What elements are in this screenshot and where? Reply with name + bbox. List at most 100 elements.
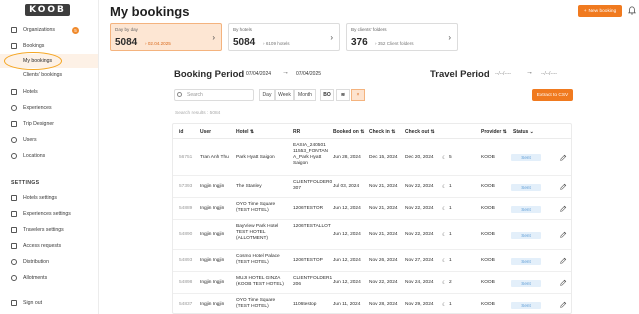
sidebar-item-label: My bookings (23, 58, 53, 64)
sidebar-item-label: Organizations (23, 27, 56, 33)
stack-filter-button[interactable]: ≋ (336, 89, 350, 101)
cell-nights: 5 (449, 154, 452, 160)
sidebar-item-label: Experiences settings (23, 211, 71, 217)
column-header-id[interactable]: id (179, 129, 183, 135)
segment-day[interactable]: Day (259, 89, 275, 101)
sidebar-item-organizations[interactable]: Organizations 5 (0, 23, 98, 37)
sidebar-item-experiences[interactable]: Experiences (0, 101, 98, 115)
card-value: 5084 (115, 37, 138, 48)
card-by-clients-folders[interactable]: By clients' folders 376 › 352 Client fol… (346, 23, 458, 51)
table-row[interactable]: 54837 Ingjin Ingjin OYO Time Square (TEST … (173, 294, 571, 313)
sidebar-item-label: Trip Designer (23, 121, 54, 127)
table-header: id User Hotel ⇅ RR Booked on ⇅ Check in … (173, 124, 571, 139)
sidebar-item-label: Allotments (23, 275, 48, 281)
bo-filter-button[interactable]: BO (320, 89, 334, 101)
extract-csv-button[interactable]: Extract to CSV (532, 89, 573, 101)
table-row[interactable]: 54889 Ingjin Ingjin OYO Time Square (TEST … (173, 198, 571, 220)
booking-period-from-date[interactable]: 07/04/2024 (246, 68, 271, 80)
cell-provider: KOOB (481, 154, 495, 160)
cell-rr: CLIENTFOLDER1 206 (293, 276, 333, 287)
sidebar-item-access-requests[interactable]: Access requests (0, 239, 98, 253)
card-day-by-day[interactable]: Day by day 5084 › 02.04.2025 › (110, 23, 222, 51)
sidebar-item-experiences-settings[interactable]: Experiences settings (0, 207, 98, 221)
sidebar-item-locations[interactable]: Locations (0, 149, 98, 163)
cell-hotel: The Stanley (236, 184, 262, 189)
sidebar-item-sign-out[interactable]: Sign out (0, 296, 98, 310)
sidebar-item-travelers-settings[interactable]: Travelers settings (0, 223, 98, 237)
user-icon (11, 137, 17, 143)
segment-month[interactable]: Month (294, 89, 316, 101)
sidebar-item-hotels-settings[interactable]: Hotels settings (0, 191, 98, 205)
table-row[interactable]: 56751 Tran Anh Thu Park Hyatt Saigon EASIA_… (173, 139, 571, 176)
cell-provider: KOOB (481, 258, 495, 263)
column-header-hotel[interactable]: Hotel ⇅ (236, 129, 254, 135)
new-booking-button[interactable]: + New booking (578, 5, 622, 17)
column-header-booked-on[interactable]: Booked on ⇅ (333, 129, 364, 135)
card-title: By clients' folders (351, 27, 387, 32)
edit-icon[interactable] (559, 205, 567, 213)
table-row[interactable]: 54893 Ingjin Ingjin Cosmo Hotel Palace (TE… (173, 250, 571, 272)
card-title: By hotels (233, 27, 252, 32)
chevron-right-icon: › (330, 33, 333, 42)
koob-logo[interactable]: KOOB (25, 4, 70, 16)
edit-icon[interactable] (559, 231, 567, 239)
cell-provider: KOOB (481, 206, 495, 211)
cell-check-in: Nov 26, 2024 (369, 258, 398, 263)
clear-filter-button[interactable]: × (351, 89, 365, 101)
table-row[interactable]: 57393 Ingjin Ingjin The Stanley CLIENTFOLDE… (173, 176, 571, 198)
search-results-count: Search results : 5084 (175, 111, 221, 116)
column-header-label: Check out (405, 129, 430, 135)
sidebar-item-hotels[interactable]: Hotels (0, 85, 98, 99)
table-row[interactable]: 54890 Ingjin Ingjin BayView Park Hotel TES… (173, 220, 571, 250)
sidebar-item-trip-designer[interactable]: Trip Designer (0, 117, 98, 131)
sidebar-item-my-bookings[interactable]: My bookings (0, 54, 98, 68)
hotel-settings-icon (11, 195, 17, 201)
sidebar-item-distribution[interactable]: Distribution (0, 255, 98, 269)
sign-out-icon (11, 300, 17, 306)
cell-id: 57393 (179, 184, 193, 189)
card-subtitle-text: 02.04.2025 (147, 40, 171, 46)
search-input[interactable]: Search (174, 89, 254, 101)
moon-icon: ☾ (442, 280, 447, 286)
booking-period-to-date[interactable]: 07/04/2025 (296, 68, 321, 80)
bell-icon[interactable] (628, 6, 636, 15)
sidebar-item-users[interactable]: Users (0, 133, 98, 147)
page-title: My bookings (110, 4, 190, 19)
travel-period-from-date[interactable]: --/--/---- (495, 68, 511, 80)
organizations-count-badge: 5 (72, 26, 79, 34)
edit-icon[interactable] (559, 257, 567, 265)
cell-id: 54889 (179, 206, 193, 211)
sidebar-item-clients-bookings[interactable]: Clients' bookings (0, 68, 98, 82)
cell-check-out: Nov 22, 2024 (405, 232, 434, 237)
sidebar-item-label: Experiences (23, 105, 52, 111)
plus-icon: + (583, 8, 587, 14)
sidebar-item-allotments[interactable]: Allotments (0, 271, 98, 285)
column-header-rr[interactable]: RR (293, 129, 300, 135)
table-row[interactable]: 54898 Ingjin Ingjin MUJI HOTEL GINZA (KOOB… (173, 272, 571, 294)
moon-icon: ☾ (442, 184, 447, 190)
cell-nights: 1 (449, 258, 452, 263)
booking-period-title: Booking Period (174, 69, 245, 80)
card-subtitle: › 6109 hotels (263, 40, 290, 46)
edit-icon[interactable] (559, 301, 567, 309)
cell-hotel: Park Hyatt Saigon (236, 154, 275, 160)
column-header-status[interactable]: Status ⌄ (513, 129, 534, 135)
column-header-user[interactable]: User (200, 129, 211, 135)
edit-icon[interactable] (559, 183, 567, 191)
travel-period-to-date[interactable]: --/--/---- (541, 68, 557, 80)
card-by-hotels[interactable]: By hotels 5084 › 6109 hotels › (228, 23, 340, 51)
sidebar-item-bookings[interactable]: Bookings (0, 39, 98, 53)
map-icon (11, 121, 17, 127)
cell-rr: EASIA_240501 11553_FONTAN A_Park Hyatt S… (293, 143, 329, 166)
edit-icon[interactable] (559, 154, 567, 162)
status-badge: Sent (511, 301, 541, 309)
segment-week[interactable]: Week (275, 89, 294, 101)
column-header-check-out[interactable]: Check out ⇅ (405, 129, 435, 135)
edit-icon[interactable] (559, 279, 567, 287)
column-header-provider[interactable]: Provider ⇅ (481, 129, 507, 135)
cell-hotel: MUJI HOTEL GINZA (KOOB TEST HOTEL) (236, 276, 284, 287)
cell-rr: 1206TESTALLOT (293, 224, 331, 229)
column-header-label: Booked on (333, 129, 359, 135)
cell-id: 54890 (179, 232, 193, 237)
column-header-check-in[interactable]: Check in ⇅ (369, 129, 395, 135)
